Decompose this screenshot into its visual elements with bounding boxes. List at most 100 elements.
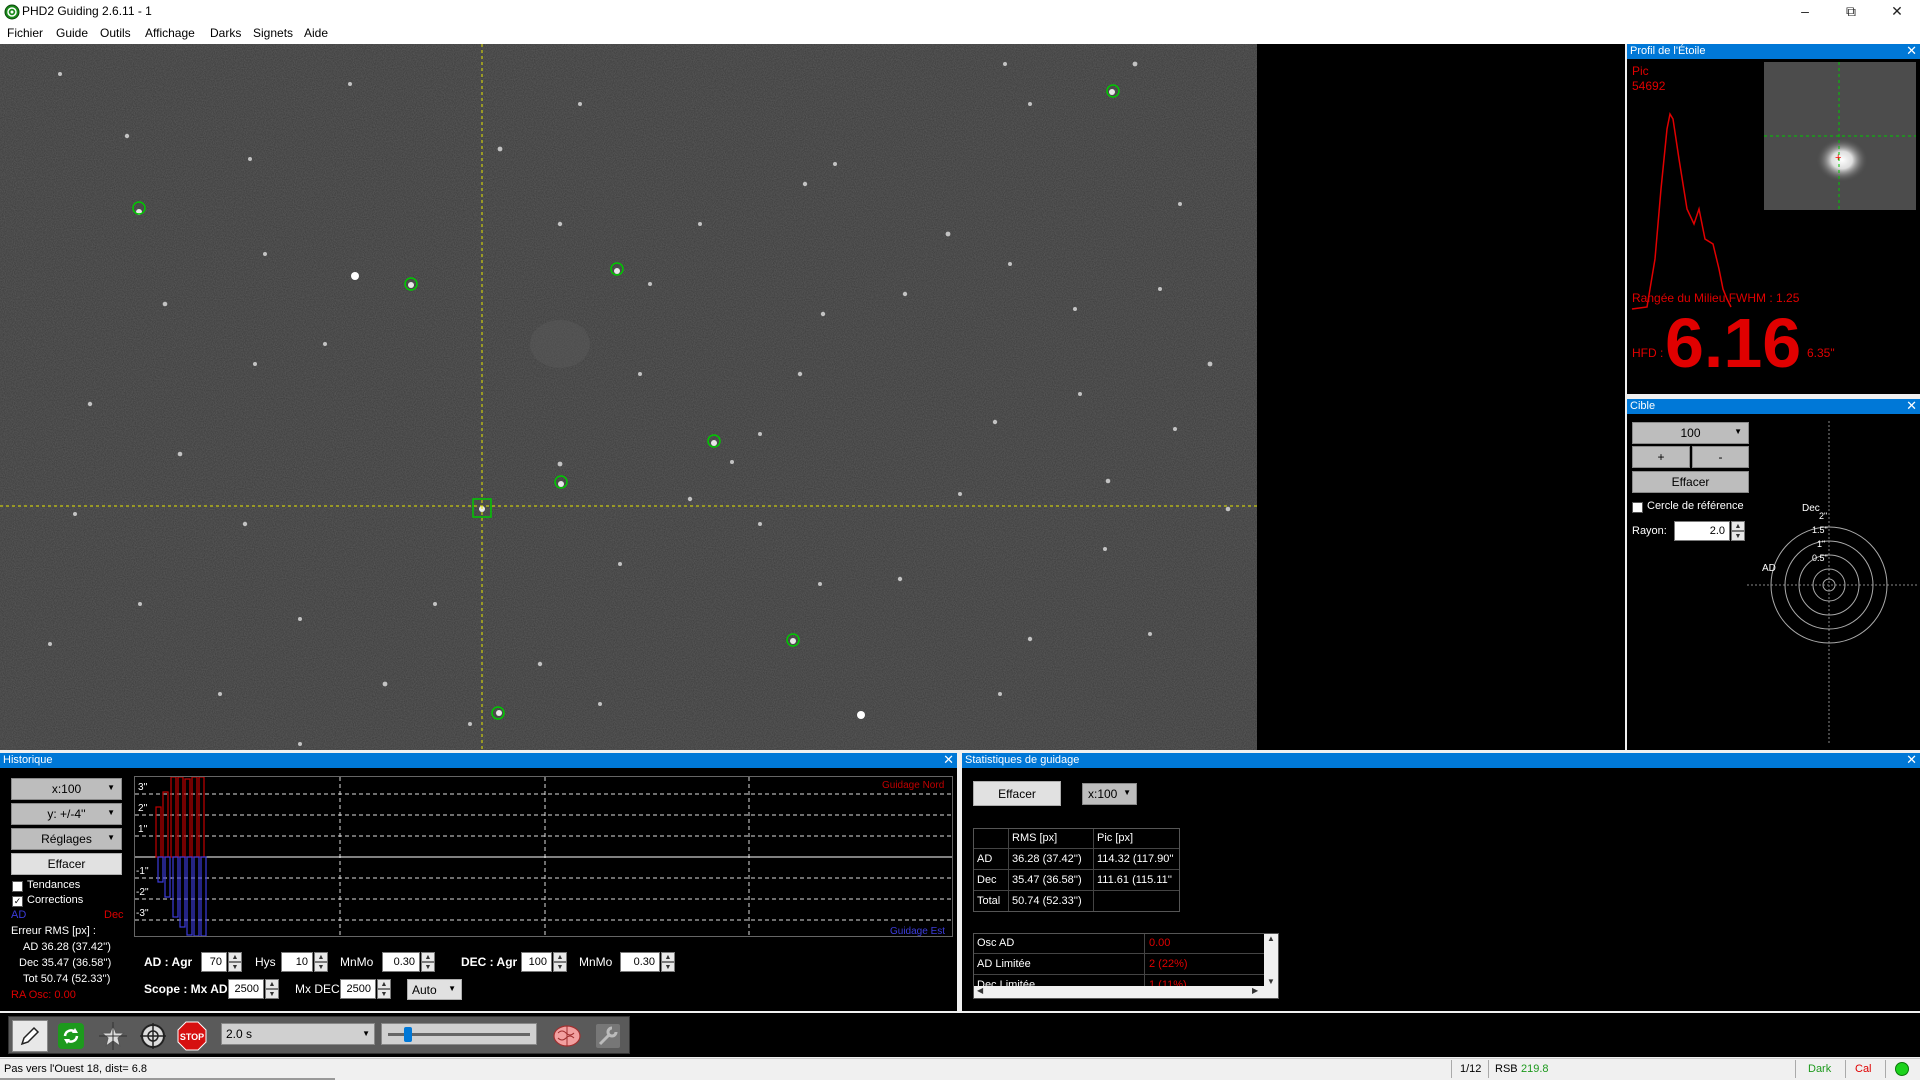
camera-image-pane[interactable] — [0, 44, 1625, 750]
close-button[interactable]: ✕ — [1874, 0, 1920, 22]
ra-hysteresis-input[interactable]: 10 — [281, 952, 313, 972]
stats-x-scale-select[interactable]: x:100 ▼ — [1082, 783, 1137, 805]
chevron-down-icon: ▼ — [448, 984, 456, 993]
snr-value: 219.8 — [1521, 1063, 1549, 1075]
frame-counter: 1/12 — [1460, 1063, 1482, 1075]
spin-up-arrow[interactable]: ▲ — [661, 952, 675, 962]
window-title: PHD2 Guiding 2.6.11 - 1 — [22, 4, 152, 18]
dec-minmove-input[interactable]: 0.30 — [620, 952, 660, 972]
max-ra-input[interactable]: 2500 — [228, 979, 264, 999]
tools-wrench-icon[interactable] — [590, 1020, 626, 1052]
menu-darks[interactable]: Darks — [207, 26, 244, 40]
stats-header: Statistiques de guidage ✕ — [962, 753, 1920, 768]
osc-row-value: 0.00 — [1149, 937, 1171, 949]
ref-circle-label: Cercle de référence — [1647, 500, 1744, 512]
dec-mode-value: Auto — [412, 982, 437, 997]
guide-east-label: Guidage Est — [890, 926, 946, 937]
history-settings-select[interactable]: Réglages ▼ — [11, 828, 122, 850]
snr-label: RSB — [1495, 1063, 1518, 1075]
y-tick-label: 2'' — [138, 803, 148, 814]
target-header: Cible ✕ — [1627, 399, 1920, 414]
ra-axis-label: AD — [1762, 563, 1776, 574]
star-profile-graph — [1631, 111, 1732, 310]
ra-aggression-input[interactable]: 70 — [201, 952, 227, 972]
pencil-icon[interactable] — [12, 1020, 48, 1052]
guide-crosshair-icon[interactable] — [135, 1020, 171, 1052]
dec-aggression-input[interactable]: 100 — [521, 952, 552, 972]
osc-scrollbar-vertical[interactable]: ▲ ▼ — [1264, 934, 1278, 986]
target-scale-select[interactable]: 100 ▼ — [1632, 422, 1749, 444]
gamma-slider[interactable] — [381, 1023, 537, 1045]
max-dec-input[interactable]: 2500 — [340, 979, 376, 999]
stats-peak-value: 111.61 (115.11'' — [1097, 874, 1172, 886]
close-icon[interactable]: ✕ — [943, 753, 954, 767]
stats-title: Statistiques de guidage — [965, 754, 1080, 766]
max-dec-label: Mx DEC — [295, 982, 340, 996]
spin-up-arrow[interactable]: ▲ — [314, 952, 328, 962]
zoom-in-button[interactable]: + — [1632, 446, 1690, 468]
stats-clear-button[interactable]: Effacer — [973, 781, 1061, 806]
close-icon[interactable]: ✕ — [1906, 753, 1917, 767]
ra-legend: AD — [11, 909, 27, 921]
gamma-slider-handle[interactable] — [404, 1027, 412, 1042]
exposure-select[interactable]: 2.0 s ▼ — [221, 1023, 375, 1045]
rms-ra: AD 36.28 (37.42'') — [23, 941, 111, 953]
spin-down-arrow[interactable]: ▼ — [553, 962, 567, 972]
auto-select-star-icon[interactable] — [95, 1020, 131, 1052]
dark-indicator: Dark — [1808, 1063, 1832, 1075]
zoom-out-button[interactable]: - — [1692, 446, 1749, 468]
chevron-down-icon: ▼ — [107, 833, 115, 842]
dec-minmove-label: MnMo — [579, 955, 613, 969]
spin-up-arrow[interactable]: ▲ — [228, 952, 242, 962]
menu-affichage[interactable]: Affichage — [142, 26, 198, 40]
spin-up-arrow[interactable]: ▲ — [377, 979, 391, 989]
spin-down-arrow[interactable]: ▼ — [228, 962, 242, 972]
minimize-button[interactable]: – — [1782, 0, 1828, 22]
loop-exposure-icon[interactable] — [53, 1020, 89, 1052]
ref-circle-checkbox[interactable] — [1632, 502, 1643, 513]
spin-down-arrow[interactable]: ▼ — [314, 962, 328, 972]
stats-row-dec: Dec 35.47 (36.58'') 111.61 (115.11'' — [974, 871, 1179, 891]
spin-up-arrow[interactable]: ▲ — [553, 952, 567, 962]
history-header: Historique ✕ — [0, 753, 957, 768]
close-icon[interactable]: ✕ — [1906, 44, 1917, 58]
close-icon[interactable]: ✕ — [1906, 399, 1917, 413]
spin-down-arrow[interactable]: ▼ — [661, 962, 675, 972]
spin-down-arrow[interactable]: ▼ — [421, 962, 435, 972]
osc-table[interactable]: Osc AD 0.00 AD Limitée 2 (22%) Dec Limit… — [973, 933, 1279, 999]
spin-up-arrow[interactable]: ▲ — [421, 952, 435, 962]
menu-outils[interactable]: Outils — [97, 26, 134, 40]
osc-row: AD Limitée 2 (22%) — [974, 955, 1264, 975]
brain-icon[interactable] — [549, 1020, 585, 1052]
maximize-button[interactable]: ⧉ — [1828, 0, 1874, 22]
menu-signets[interactable]: Signets — [250, 26, 296, 40]
menu-guide[interactable]: Guide — [53, 26, 91, 40]
stats-peak-value: 114.32 (117.90'' — [1097, 853, 1174, 865]
stop-icon[interactable]: STOP — [174, 1020, 210, 1052]
scope-label: Scope : Mx AD — [144, 982, 228, 996]
ra-osc: RA Osc: 0.00 — [11, 989, 76, 1001]
history-graph[interactable] — [134, 776, 953, 937]
menu-aide[interactable]: Aide — [301, 26, 331, 40]
radius-down-arrow[interactable]: ▼ — [1731, 531, 1745, 541]
guide-north-label: Guidage Nord — [882, 780, 945, 791]
dec-mode-select[interactable]: Auto ▼ — [407, 979, 462, 1000]
y-tick-label: -2'' — [136, 887, 149, 898]
target-clear-button[interactable]: Effacer — [1632, 471, 1749, 493]
osc-row: Osc AD 0.00 — [974, 934, 1264, 954]
camera-frame[interactable] — [0, 44, 1257, 750]
spin-down-arrow[interactable]: ▼ — [377, 989, 391, 999]
radius-up-arrow[interactable]: ▲ — [1731, 521, 1745, 531]
corrections-checkbox[interactable]: ✓ — [12, 896, 23, 907]
history-clear-button[interactable]: Effacer — [11, 853, 122, 875]
radius-input[interactable]: 2.0 — [1674, 521, 1730, 541]
ra-minmove-input[interactable]: 0.30 — [382, 952, 420, 972]
spin-up-arrow[interactable]: ▲ — [265, 979, 279, 989]
osc-scrollbar-horizontal[interactable]: ◀ ▶ — [974, 986, 1278, 998]
history-y-scale-select[interactable]: y: +/-4'' ▼ — [11, 803, 122, 825]
spin-down-arrow[interactable]: ▼ — [265, 989, 279, 999]
history-x-scale-select[interactable]: x:100 ▼ — [11, 778, 122, 800]
chevron-down-icon: ▼ — [362, 1029, 370, 1038]
trends-checkbox[interactable] — [12, 881, 23, 892]
menu-fichier[interactable]: Fichier — [4, 26, 46, 40]
